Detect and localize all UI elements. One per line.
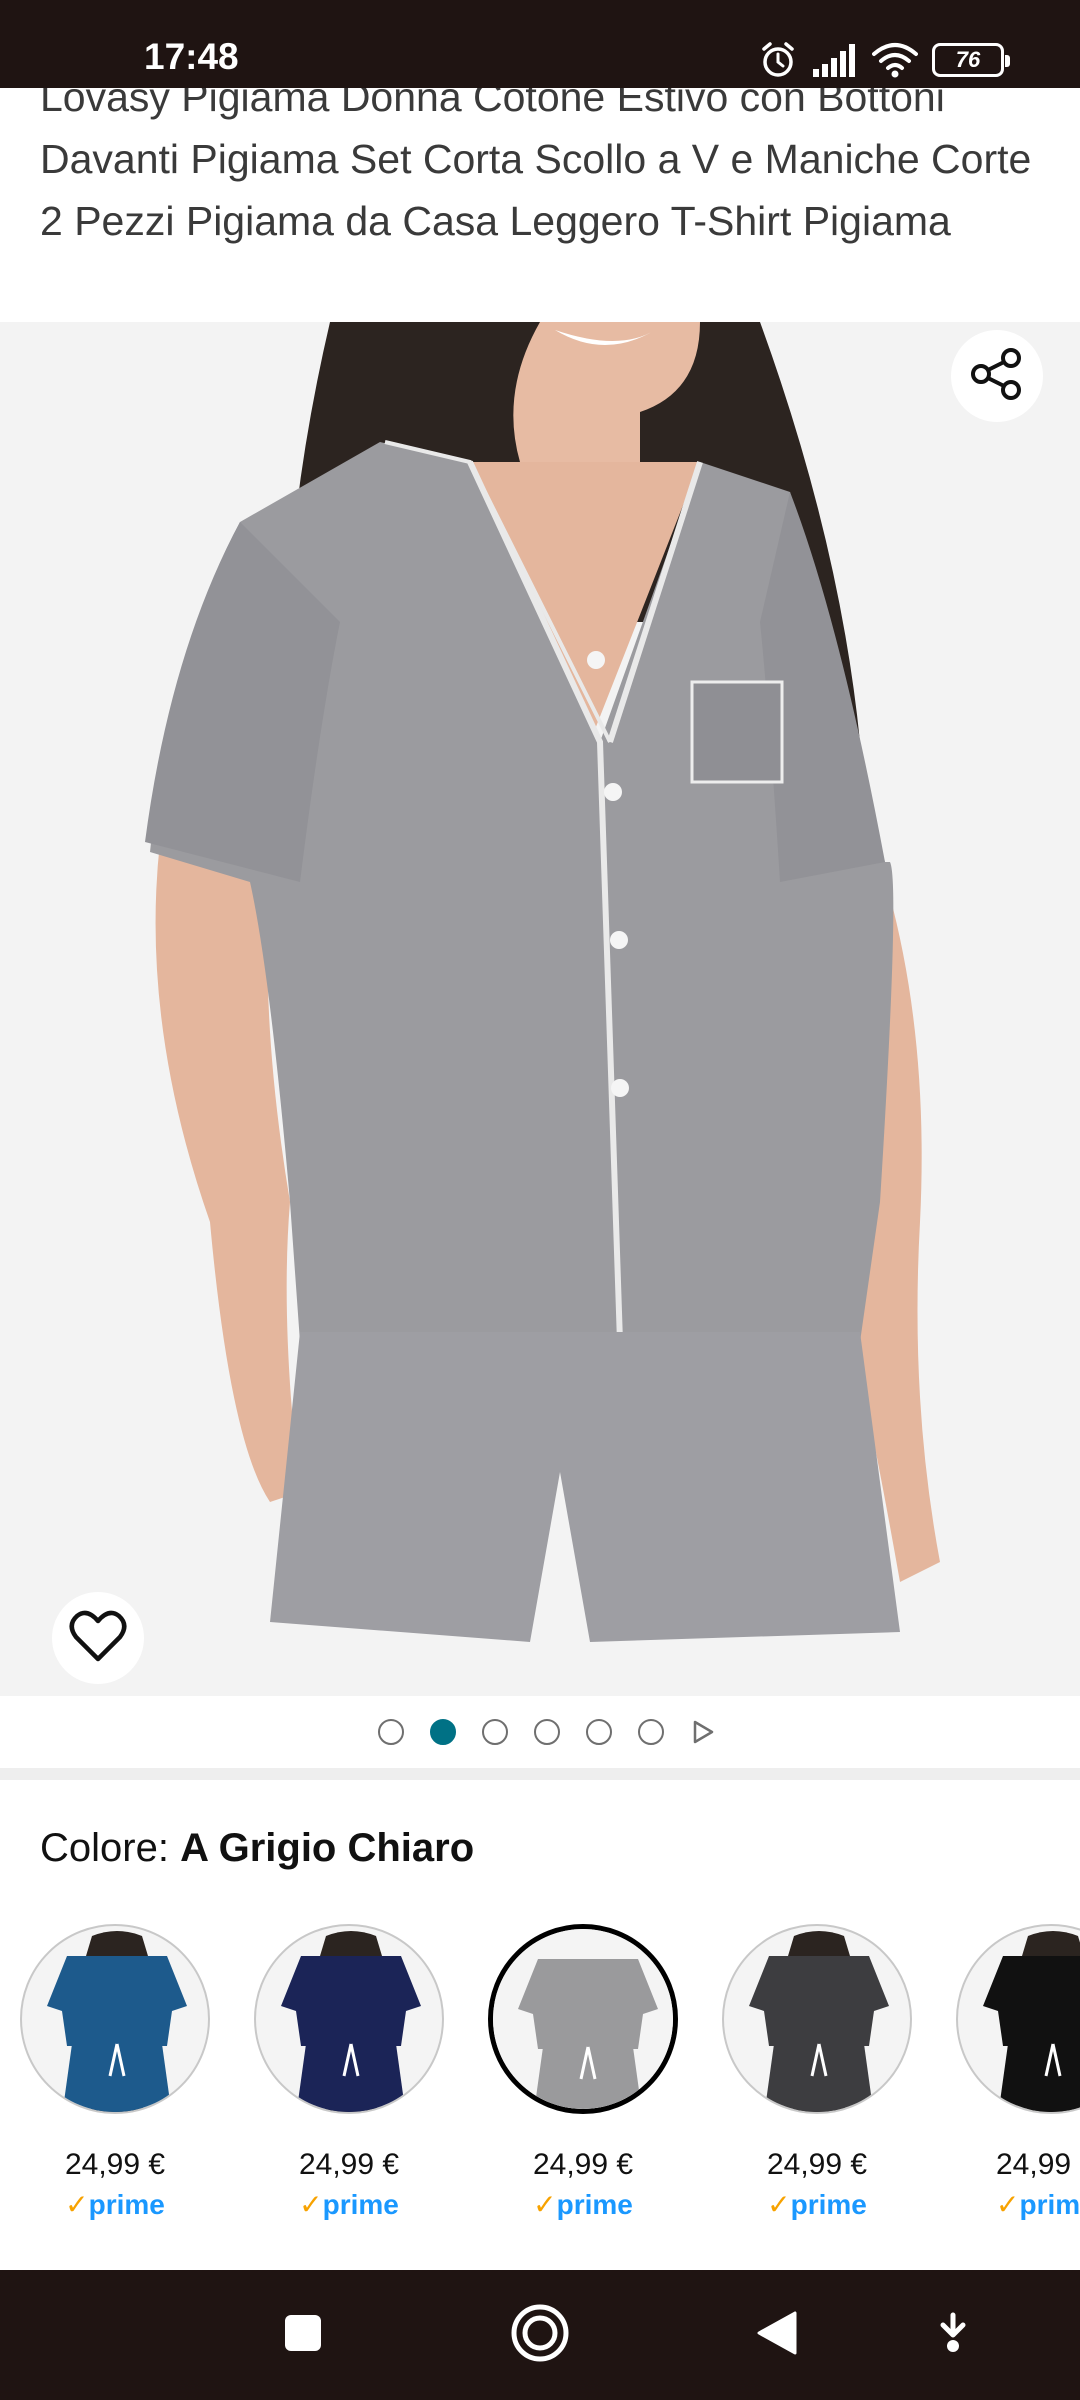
status-bar: 17:48 76 bbox=[0, 0, 1080, 88]
carousel-dot[interactable] bbox=[637, 1719, 664, 1745]
wishlist-button[interactable] bbox=[52, 1592, 144, 1684]
play-video-icon[interactable] bbox=[690, 1719, 716, 1745]
swatch-image bbox=[254, 1924, 444, 2114]
carousel-dot[interactable] bbox=[377, 1719, 404, 1745]
prime-check-icon: ✓ bbox=[533, 2189, 557, 2220]
color-swatch[interactable]: 24,99 € ✓prime bbox=[234, 1918, 454, 2220]
battery-level: 76 bbox=[955, 47, 981, 72]
system-nav-bar bbox=[0, 2270, 1080, 2400]
prime-label: prim bbox=[1019, 2189, 1080, 2220]
share-icon bbox=[967, 344, 1027, 409]
color-swatches: 24,99 € ✓prime 24,99 € ✓prime 24,99 € ✓p… bbox=[0, 1918, 1080, 2228]
prime-badge: ✓prime bbox=[468, 2188, 698, 2221]
swatch-image bbox=[20, 1924, 210, 2114]
prime-badge: ✓prim bbox=[996, 2188, 1080, 2221]
carousel-dot[interactable] bbox=[481, 1719, 508, 1745]
color-swatch[interactable]: 24,99 € ✓prime bbox=[702, 1918, 922, 2220]
product-title-block: Lovasy Pigiama Donna Cotone Estivo con B… bbox=[0, 60, 1080, 322]
share-button[interactable] bbox=[951, 330, 1043, 422]
carousel-dot-active[interactable] bbox=[429, 1719, 456, 1745]
download-button[interactable] bbox=[918, 2300, 988, 2370]
download-arrow-icon bbox=[933, 2311, 973, 2360]
swatch-price: 24,99 € bbox=[64, 2148, 166, 2181]
prime-check-icon: ✓ bbox=[65, 2189, 89, 2220]
prime-badge: ✓prime bbox=[234, 2188, 464, 2221]
swatch-price: 24,99 € bbox=[532, 2148, 634, 2181]
color-swatch[interactable]: 24,99 ✓prim bbox=[936, 1918, 1080, 2221]
carousel-dot[interactable] bbox=[533, 1719, 560, 1745]
product-image[interactable] bbox=[0, 322, 1080, 1696]
image-carousel-dots bbox=[0, 1696, 1080, 1768]
swatch-price: 24,99 € bbox=[298, 2148, 400, 2181]
color-label: Colore: A Grigio Chiaro bbox=[40, 1826, 474, 1871]
carousel-dot[interactable] bbox=[585, 1719, 612, 1745]
swatch-image bbox=[722, 1924, 912, 2114]
selected-color-name: A Grigio Chiaro bbox=[180, 1826, 475, 1870]
prime-label: prime bbox=[322, 2189, 399, 2220]
home-circle-icon bbox=[510, 2303, 570, 2368]
screen: Lovasy Pigiama Donna Cotone Estivo con B… bbox=[0, 0, 1080, 2400]
heart-icon bbox=[69, 1609, 127, 1668]
swatch-price: 24,99 bbox=[996, 2148, 1072, 2181]
prime-check-icon: ✓ bbox=[767, 2189, 791, 2220]
color-label-prefix: Colore: bbox=[40, 1826, 169, 1870]
prime-label: prime bbox=[88, 2189, 165, 2220]
product-photo bbox=[0, 322, 1080, 1696]
prime-label: prime bbox=[790, 2189, 867, 2220]
recents-button[interactable] bbox=[268, 2300, 338, 2370]
swatch-image bbox=[488, 1924, 678, 2114]
home-button[interactable] bbox=[505, 2300, 575, 2370]
swatch-price: 24,99 € bbox=[766, 2148, 868, 2181]
prime-badge: ✓prime bbox=[702, 2188, 932, 2221]
status-time: 17:48 bbox=[144, 36, 239, 77]
color-swatch-selected[interactable]: 24,99 € ✓prime bbox=[468, 1918, 688, 2220]
swatch-image bbox=[956, 1924, 1080, 2114]
prime-check-icon: ✓ bbox=[996, 2189, 1020, 2220]
back-button[interactable] bbox=[742, 2300, 812, 2370]
prime-badge: ✓prime bbox=[0, 2188, 230, 2221]
section-divider bbox=[0, 1768, 1080, 1780]
status-icons: 76 bbox=[758, 40, 1010, 80]
signal-icon bbox=[812, 43, 858, 77]
alarm-icon bbox=[758, 40, 798, 80]
recents-square-icon bbox=[283, 2313, 323, 2358]
product-title: Lovasy Pigiama Donna Cotone Estivo con B… bbox=[40, 74, 1032, 244]
back-triangle-icon bbox=[755, 2309, 799, 2362]
battery-icon: 76 bbox=[932, 43, 1010, 77]
prime-check-icon: ✓ bbox=[299, 2189, 323, 2220]
wifi-icon bbox=[872, 42, 918, 78]
color-swatch[interactable]: 24,99 € ✓prime bbox=[0, 1918, 220, 2220]
prime-label: prime bbox=[556, 2189, 633, 2220]
